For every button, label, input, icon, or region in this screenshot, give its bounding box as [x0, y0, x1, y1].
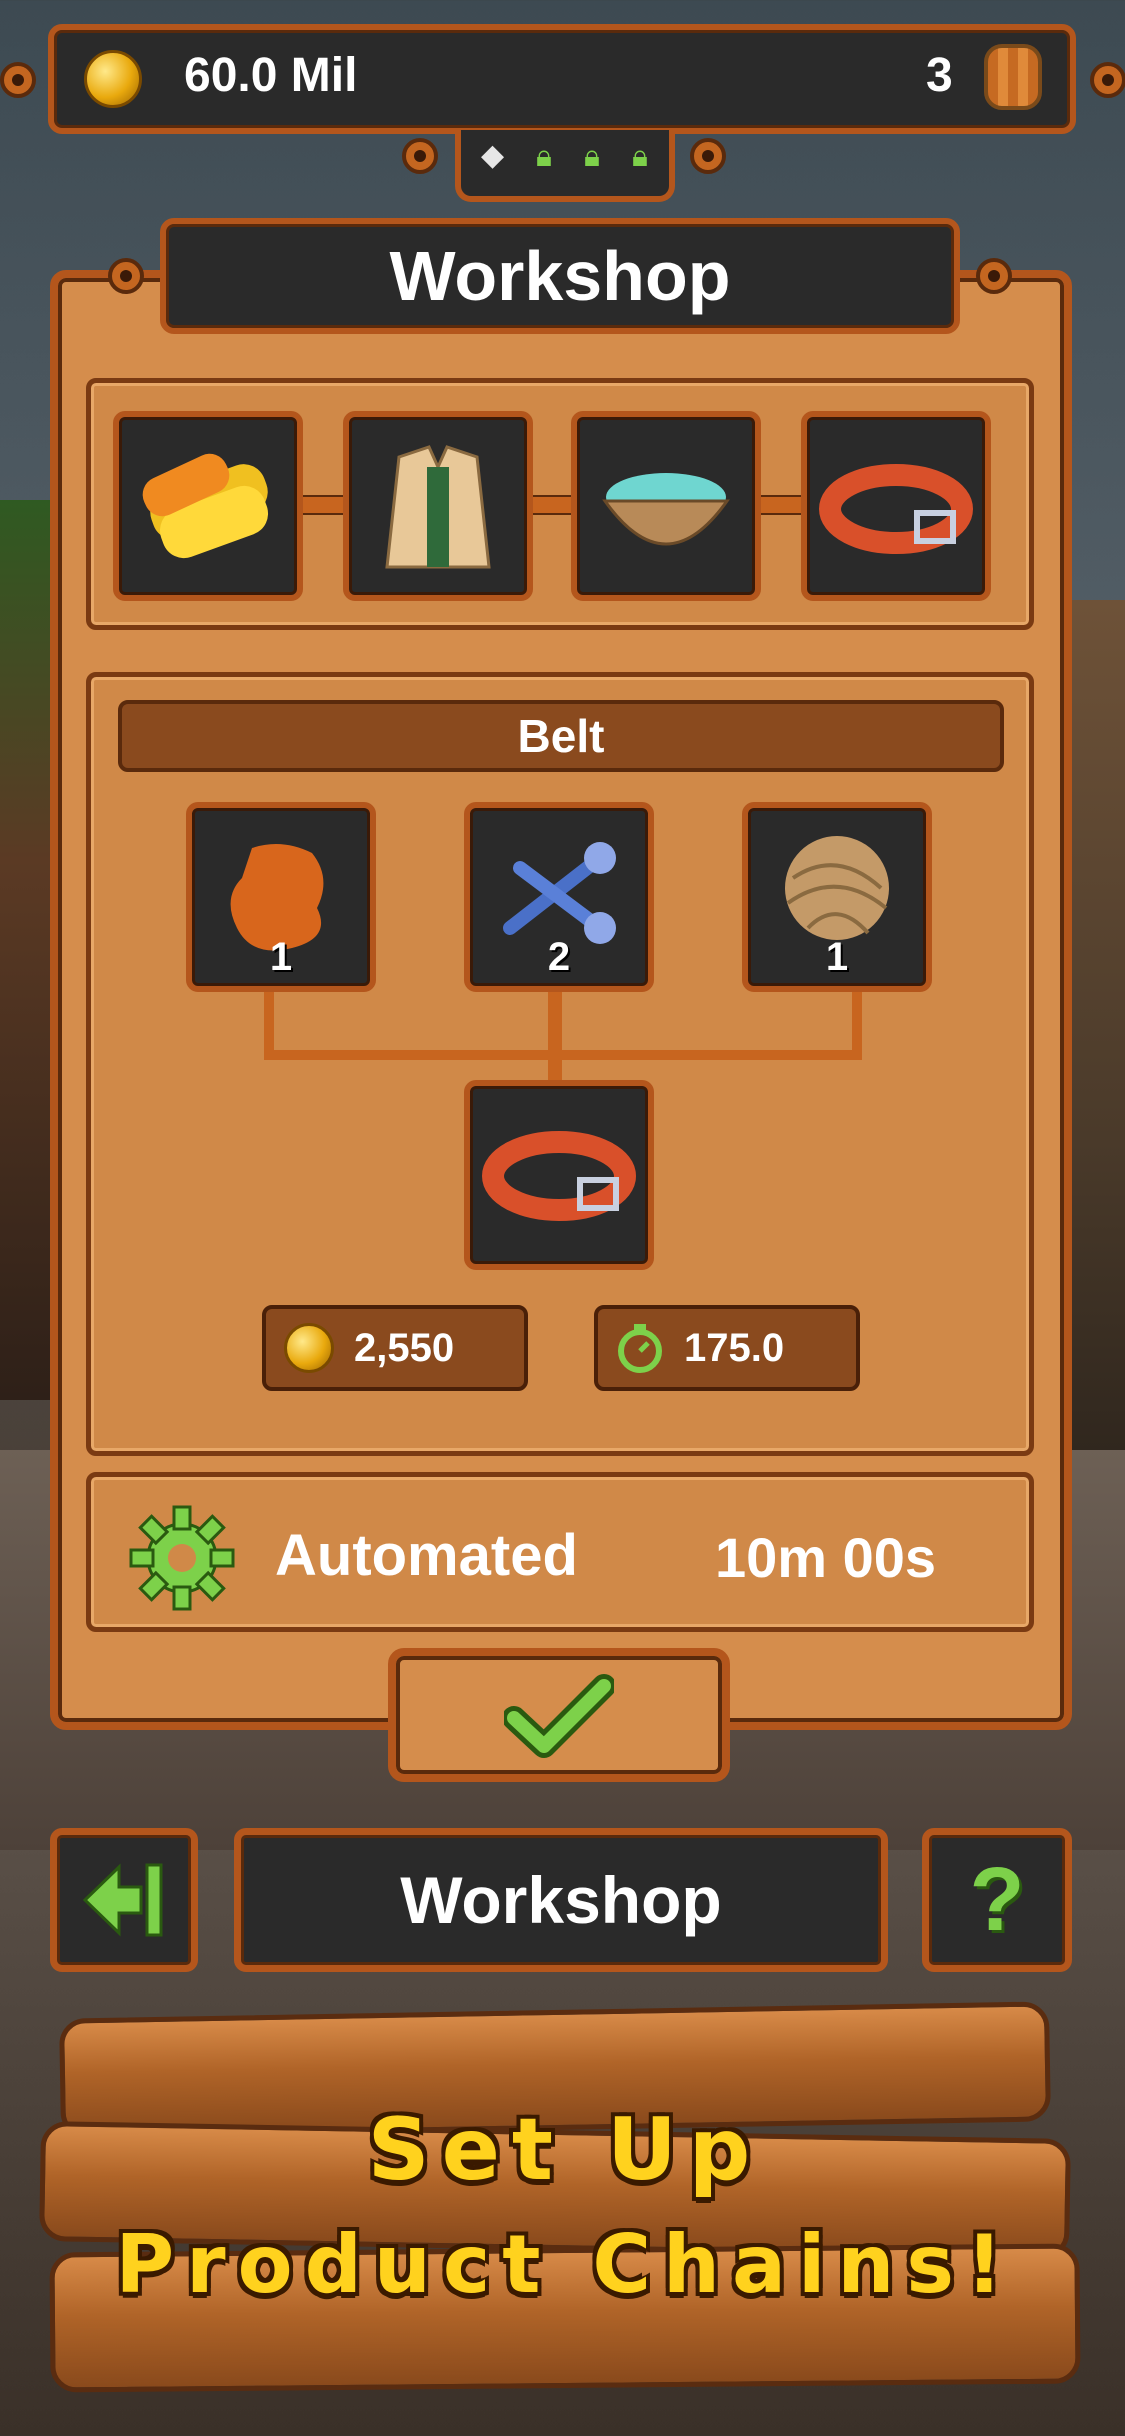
bolt-decoration	[108, 258, 144, 294]
belt-icon	[482, 1131, 636, 1221]
ingredient-qty: 2	[547, 935, 571, 979]
fabric-rolls-icon	[142, 453, 269, 559]
barrel-count: 3	[926, 49, 953, 102]
bolt-decoration	[976, 258, 1012, 294]
lock-icon: 🔒︎	[632, 140, 648, 173]
bolt-decoration	[0, 62, 36, 98]
lock-icon: 🔒︎	[536, 140, 552, 173]
ingredient-yarn[interactable]: 1	[742, 802, 932, 992]
bottom-title-box: Workshop	[234, 1828, 888, 1972]
recipe-output[interactable]	[464, 1080, 654, 1270]
bolt-decoration	[690, 138, 726, 174]
ingredient-nails[interactable]: 2	[464, 802, 654, 992]
bolt-decoration	[1090, 62, 1125, 98]
chain-item-belt[interactable]	[801, 411, 991, 601]
coin-balance: 60.0 Mil	[184, 49, 358, 102]
promo-banner: Set Up Product Chains!	[39, 1990, 1090, 2410]
bottom-title: Workshop	[400, 1863, 722, 1937]
lock-icon: 🔒︎	[584, 140, 600, 173]
automation-row[interactable]: Automated 10m 00s	[86, 1472, 1034, 1632]
exit-button[interactable]	[50, 1828, 198, 1972]
recipe-tree-connector	[548, 990, 562, 1086]
bolt-decoration	[402, 138, 438, 174]
time-value: 175.0	[684, 1325, 785, 1370]
ingredient-qty: 1	[269, 935, 293, 979]
promo-line-1: Set Up	[367, 2100, 763, 2200]
checkmark-icon	[504, 1674, 614, 1758]
belt-icon	[819, 464, 973, 554]
diamond-icon: ◆	[481, 139, 505, 172]
jacket-icon	[385, 445, 491, 569]
automation-label: Automated	[275, 1523, 578, 1588]
panel-title: Workshop	[389, 237, 731, 315]
exit-arrow-icon	[82, 1863, 163, 1937]
gear-icon	[129, 1505, 235, 1611]
barrel-icon[interactable]	[984, 44, 1042, 110]
recipe-tree-connector	[264, 990, 862, 1060]
chain-item-jacket[interactable]	[343, 411, 533, 601]
price-stat: 2,550	[262, 1305, 528, 1391]
product-chain-row	[86, 378, 1034, 630]
unlock-progress[interactable]: ◆ 🔒︎ 🔒︎ 🔒︎	[455, 130, 675, 202]
recipe-title: Belt	[118, 700, 1004, 772]
ingredient-qty: 1	[825, 935, 849, 979]
time-stat: 175.0	[594, 1305, 860, 1391]
panel-title-box: Workshop	[160, 218, 960, 334]
help-icon: ?	[969, 1850, 1025, 1950]
chain-item-fabric[interactable]	[113, 411, 303, 601]
coin-icon	[284, 1323, 334, 1373]
ingredient-leather[interactable]: 1	[186, 802, 376, 992]
automation-duration: 10m 00s	[715, 1526, 937, 1589]
coin-icon	[84, 50, 142, 108]
chain-item-gems[interactable]	[571, 411, 761, 601]
gem-bowl-icon	[602, 473, 730, 546]
confirm-button[interactable]	[388, 1648, 730, 1782]
currency-bar: 60.0 Mil 3	[48, 24, 1076, 134]
stopwatch-icon	[618, 1324, 662, 1373]
help-button[interactable]: ?	[922, 1828, 1072, 1972]
background-scenery-right	[1065, 600, 1125, 1500]
price-value: 2,550	[354, 1325, 455, 1370]
promo-line-2: Product Chains!	[115, 2218, 1015, 2311]
